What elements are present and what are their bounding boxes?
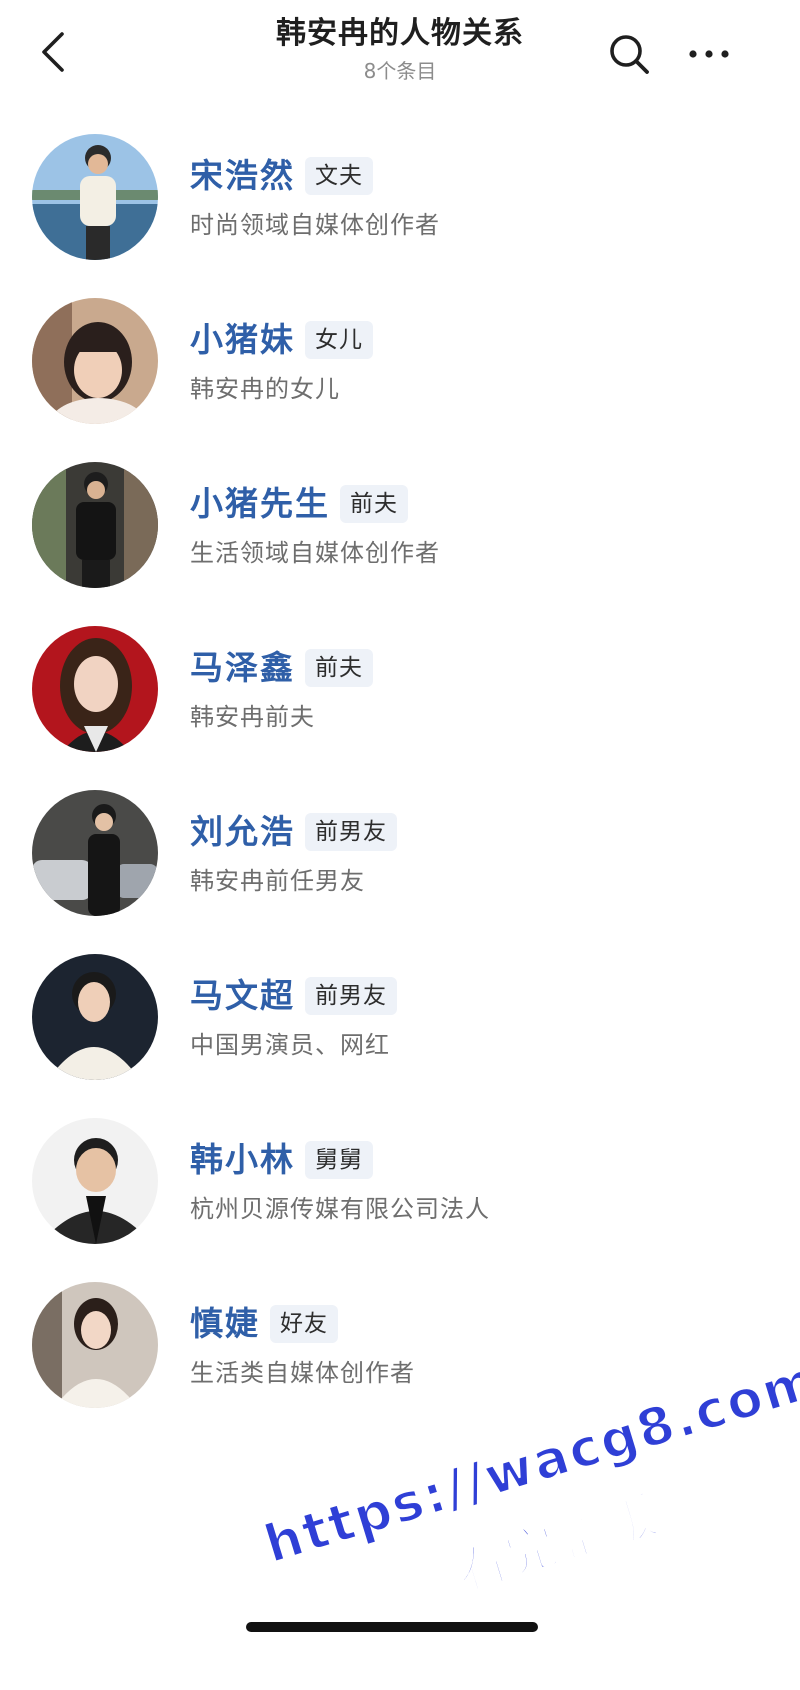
watermark-text: 看完整版 — [448, 1484, 666, 1602]
relation-tag: 女儿 — [305, 321, 373, 359]
person-description: 韩安冉前任男友 — [190, 867, 365, 895]
list-item[interactable]: 小猪先生 前夫 生活领域自媒体创作者 — [0, 438, 800, 602]
name-row: 小猪妹 女儿 — [190, 318, 373, 362]
avatar — [32, 462, 158, 588]
name-row: 慎婕 好友 — [190, 1302, 338, 1346]
person-description: 时尚领域自媒体创作者 — [190, 211, 440, 239]
top-nav-bar: 韩安冉的人物关系 8个条目 — [0, 0, 800, 110]
person-description: 杭州贝源传媒有限公司法人 — [190, 1195, 490, 1223]
person-description: 韩安冉的女儿 — [190, 375, 340, 403]
relation-tag: 前夫 — [340, 485, 408, 523]
relation-tag: 前男友 — [305, 813, 397, 851]
person-description: 韩安冉前夫 — [190, 703, 315, 731]
person-name[interactable]: 韩小林 — [190, 1138, 295, 1182]
list-item[interactable]: 韩小林 舅舅 杭州贝源传媒有限公司法人 — [0, 1094, 800, 1258]
search-icon — [610, 35, 649, 74]
list-item[interactable]: 慎婕 好友 生活类自媒体创作者 — [0, 1258, 800, 1422]
list-item[interactable]: 刘允浩 前男友 韩安冉前任男友 — [0, 766, 800, 930]
more-button[interactable] — [680, 26, 738, 82]
avatar — [32, 790, 158, 916]
name-row: 刘允浩 前男友 — [190, 810, 397, 854]
person-name[interactable]: 宋浩然 — [190, 154, 295, 198]
avatar — [32, 1118, 158, 1244]
avatar — [32, 954, 158, 1080]
name-row: 宋浩然 文夫 — [190, 154, 373, 198]
list-item[interactable]: 马泽鑫 前夫 韩安冉前夫 — [0, 602, 800, 766]
person-name[interactable]: 小猪妹 — [190, 318, 295, 362]
relation-tag: 前男友 — [305, 977, 397, 1015]
title-block: 韩安冉的人物关系 8个条目 — [200, 14, 600, 86]
name-row: 马泽鑫 前夫 — [190, 646, 373, 690]
list-item[interactable]: 马文超 前男友 中国男演员、网红 — [0, 930, 800, 1094]
relationship-list: 宋浩然 文夫 时尚领域自媒体创作者 小猪妹 女儿 韩安冉的女儿 小猪先生 前夫 … — [0, 110, 800, 1422]
relation-tag: 前夫 — [305, 649, 373, 687]
home-indicator[interactable] — [246, 1622, 538, 1632]
chevron-left-icon — [42, 32, 64, 72]
person-description: 生活领域自媒体创作者 — [190, 539, 440, 567]
back-button[interactable] — [28, 24, 78, 80]
relation-tag: 好友 — [270, 1305, 338, 1343]
relation-tag: 文夫 — [305, 157, 373, 195]
more-horizontal-icon — [689, 50, 729, 58]
entry-count: 8个条目 — [363, 59, 437, 83]
person-name[interactable]: 小猪先生 — [190, 482, 330, 526]
person-name[interactable]: 刘允浩 — [190, 810, 295, 854]
page-title: 韩安冉的人物关系 — [276, 16, 524, 51]
name-row: 韩小林 舅舅 — [190, 1138, 373, 1182]
name-row: 马文超 前男友 — [190, 974, 397, 1018]
person-name[interactable]: 慎婕 — [190, 1302, 260, 1346]
person-name[interactable]: 马文超 — [190, 974, 295, 1018]
list-item[interactable]: 小猪妹 女儿 韩安冉的女儿 — [0, 274, 800, 438]
avatar — [32, 298, 158, 424]
person-name[interactable]: 马泽鑫 — [190, 646, 295, 690]
name-row: 小猪先生 前夫 — [190, 482, 408, 526]
search-button[interactable] — [600, 26, 658, 82]
list-item[interactable]: 宋浩然 文夫 时尚领域自媒体创作者 — [0, 110, 800, 274]
person-description: 中国男演员、网红 — [190, 1031, 390, 1059]
avatar — [32, 1282, 158, 1408]
relation-tag: 舅舅 — [305, 1141, 373, 1179]
person-description: 生活类自媒体创作者 — [190, 1359, 415, 1387]
avatar — [32, 134, 158, 260]
avatar — [32, 626, 158, 752]
